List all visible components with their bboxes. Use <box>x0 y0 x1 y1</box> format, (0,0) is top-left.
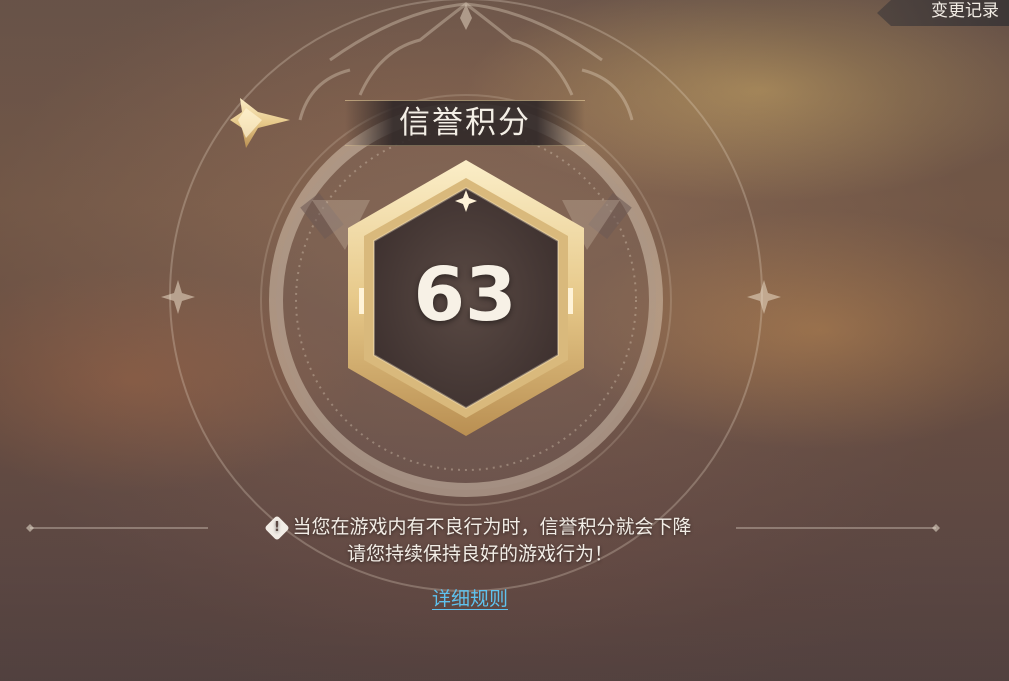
credit-score-value: 63 <box>413 252 517 338</box>
credit-notice: ! 当您在游戏内有不良行为时，信誉积分就会下降 请您持续保持良好的游戏行为！ <box>200 514 760 568</box>
notice-line-1-text: 当您在游戏内有不良行为时，信誉积分就会下降 <box>292 516 692 538</box>
change-history-button[interactable]: 变更记录 <box>877 0 1009 26</box>
page-title: 信誉积分 <box>345 100 585 146</box>
credit-title-label: 信誉积分 <box>399 105 531 141</box>
warning-diamond-icon: ! <box>264 515 291 541</box>
notice-line-1: ! 当您在游戏内有不良行为时，信誉积分就会下降 <box>200 514 760 541</box>
notice-line-2: 请您持续保持良好的游戏行为！ <box>346 543 613 565</box>
detailed-rules-link[interactable]: 详细规则 <box>420 585 520 613</box>
